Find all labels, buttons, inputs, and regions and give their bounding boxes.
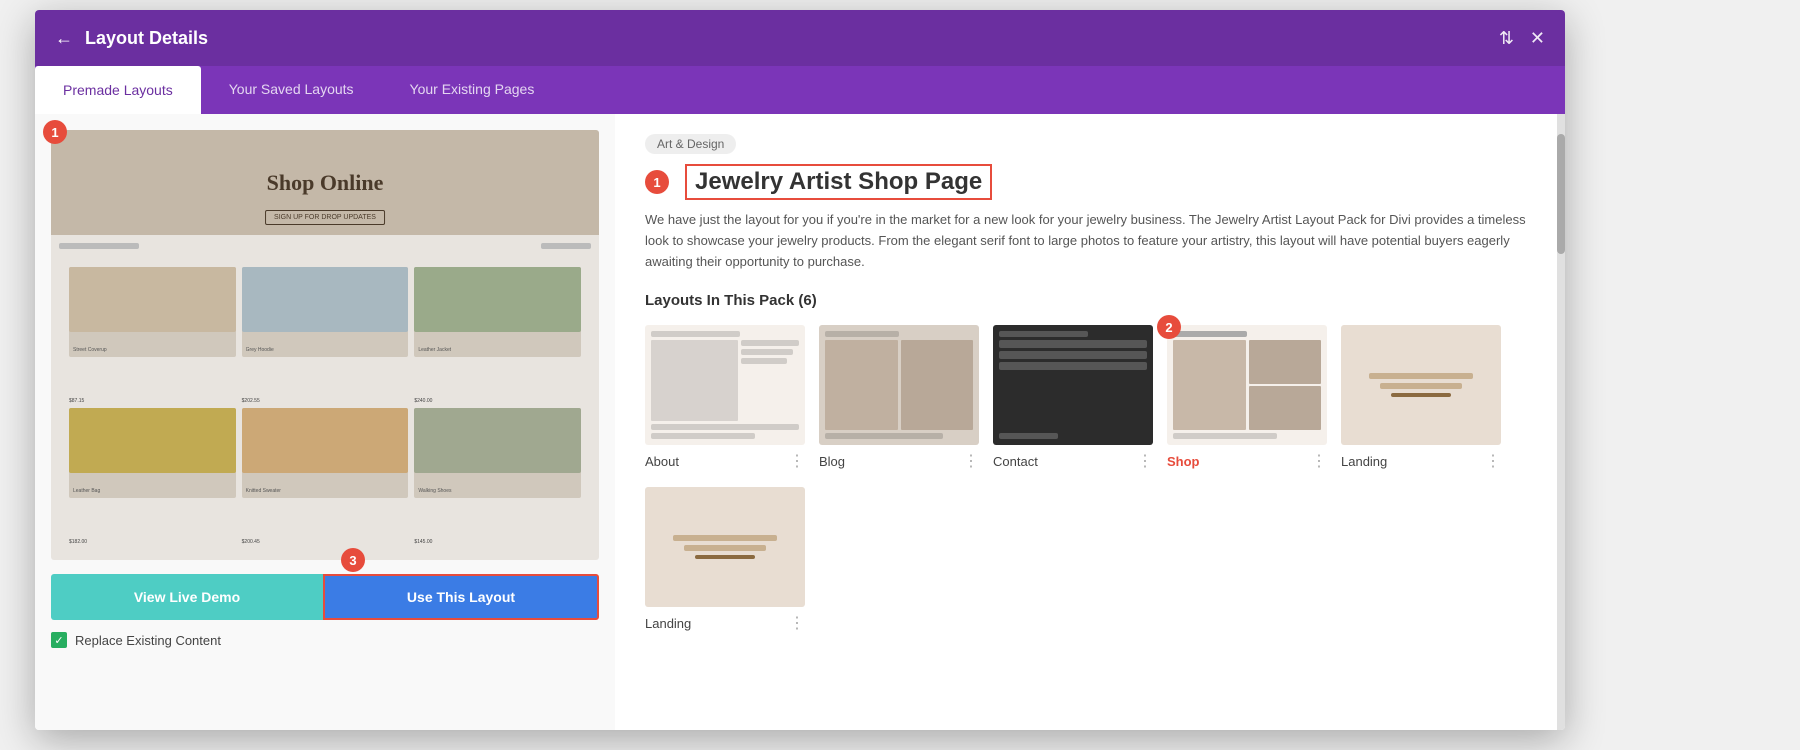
tabs-bar: Premade Layouts Your Saved Layouts Your …: [35, 66, 1565, 114]
layout-card-name-shop: Shop: [1167, 454, 1200, 469]
layout-thumb-contact[interactable]: [993, 325, 1153, 445]
layout-options-shop[interactable]: ⋮: [1311, 451, 1327, 471]
preview-hero: Shop Online SIGN UP FOR DROP UPDATES: [51, 130, 599, 235]
layout-description: We have just the layout for you if you'r…: [645, 210, 1527, 272]
layout-thumb-card-shop: 2: [1167, 325, 1327, 471]
layout-thumb-card-about: About ⋮: [645, 325, 805, 471]
pack-label: Layouts In This Pack (6): [645, 292, 1527, 309]
preview-cell: Grey Hoodie $202.55: [242, 267, 409, 357]
layout-thumb-card-contact: Contact ⋮: [993, 325, 1153, 471]
layouts-grid-bottom: Landing ⋮: [645, 487, 1527, 633]
layout-thumb-landing2[interactable]: [645, 487, 805, 607]
layout-card-footer-contact: Contact ⋮: [993, 451, 1153, 471]
preview-hero-text: Shop Online: [267, 170, 384, 196]
layout-thumb-card-landing: Landing ⋮: [1341, 325, 1501, 471]
replace-existing-row: ✓ Replace Existing Content: [51, 632, 599, 648]
layout-options-contact[interactable]: ⋮: [1137, 451, 1153, 471]
layout-thumb-landing[interactable]: [1341, 325, 1501, 445]
preview-cell: Walking Shoes $145.00: [414, 408, 581, 498]
layout-card-name-contact: Contact: [993, 454, 1038, 469]
category-tag: Art & Design: [645, 134, 736, 154]
preview-cell: Street Coverup $87.15: [69, 267, 236, 357]
layout-card-name-blog: Blog: [819, 454, 845, 469]
layout-card-footer-shop: Shop ⋮: [1167, 451, 1327, 471]
layout-card-name-landing: Landing: [1341, 454, 1387, 469]
layout-card-footer-landing: Landing ⋮: [1341, 451, 1501, 471]
layout-card-footer-about: About ⋮: [645, 451, 805, 471]
layout-title: Jewelry Artist Shop Page: [685, 164, 992, 200]
layout-thumb-card-landing2: Landing ⋮: [645, 487, 805, 633]
modal-body: 1 Shop Online SIGN UP FOR DROP UPDATES: [35, 114, 1565, 730]
left-preview-panel: 1 Shop Online SIGN UP FOR DROP UPDATES: [35, 114, 615, 730]
modal-header: ← Layout Details ⇅ ✕: [35, 10, 1565, 66]
right-detail-panel: Art & Design 1 Jewelry Artist Shop Page …: [615, 114, 1557, 730]
preview-product-grid: Street Coverup $87.15 Grey Hoodie $202.5…: [59, 257, 591, 552]
preview-cell: Leather Jacket $240.00: [414, 267, 581, 357]
layout-card-name-landing2: Landing: [645, 616, 691, 631]
layout-card-name-about: About: [645, 454, 679, 469]
layout-details-modal: ← Layout Details ⇅ ✕ Premade Layouts You…: [35, 10, 1565, 730]
tab-premade-layouts[interactable]: Premade Layouts: [35, 66, 201, 114]
scrollbar[interactable]: [1557, 114, 1565, 730]
modal-title: Layout Details: [85, 28, 1499, 49]
layout-card-footer-blog: Blog ⋮: [819, 451, 979, 471]
preview-cell: Knitted Sweater $200.45: [242, 408, 409, 498]
layout-thumb-blog[interactable]: [819, 325, 979, 445]
layout-card-footer-landing2: Landing ⋮: [645, 613, 805, 633]
use-this-layout-button[interactable]: Use This Layout: [323, 574, 599, 620]
layout-options-blog[interactable]: ⋮: [963, 451, 979, 471]
badge-1: 1: [43, 120, 67, 144]
back-icon[interactable]: ←: [55, 28, 73, 49]
close-icon[interactable]: ✕: [1530, 28, 1545, 49]
layout-thumb-shop[interactable]: [1167, 325, 1327, 445]
badge-1-detail: 1: [645, 170, 669, 194]
header-actions: ⇅ ✕: [1499, 28, 1545, 49]
layout-title-row: 1 Jewelry Artist Shop Page: [645, 164, 1527, 200]
tab-existing-pages[interactable]: Your Existing Pages: [382, 66, 563, 114]
layouts-grid: About ⋮: [645, 325, 1527, 471]
layout-preview-image: Shop Online SIGN UP FOR DROP UPDATES: [51, 130, 599, 560]
layout-thumb-card-blog: Blog ⋮: [819, 325, 979, 471]
replace-label: Replace Existing Content: [75, 633, 221, 648]
tab-saved-layouts[interactable]: Your Saved Layouts: [201, 66, 382, 114]
replace-checkbox[interactable]: ✓: [51, 632, 67, 648]
preview-actions: View Live Demo Use This Layout: [51, 574, 599, 620]
badge-3: 3: [341, 548, 365, 572]
view-live-demo-button[interactable]: View Live Demo: [51, 574, 323, 620]
layout-options-about[interactable]: ⋮: [789, 451, 805, 471]
preview-cell: Leather Bag $182.00: [69, 408, 236, 498]
layout-thumb-about[interactable]: [645, 325, 805, 445]
preview-hero-btn: SIGN UP FOR DROP UPDATES: [265, 210, 385, 225]
layout-options-landing[interactable]: ⋮: [1485, 451, 1501, 471]
settings-icon[interactable]: ⇅: [1499, 28, 1514, 49]
scroll-thumb: [1557, 134, 1565, 254]
layout-options-landing2[interactable]: ⋮: [789, 613, 805, 633]
